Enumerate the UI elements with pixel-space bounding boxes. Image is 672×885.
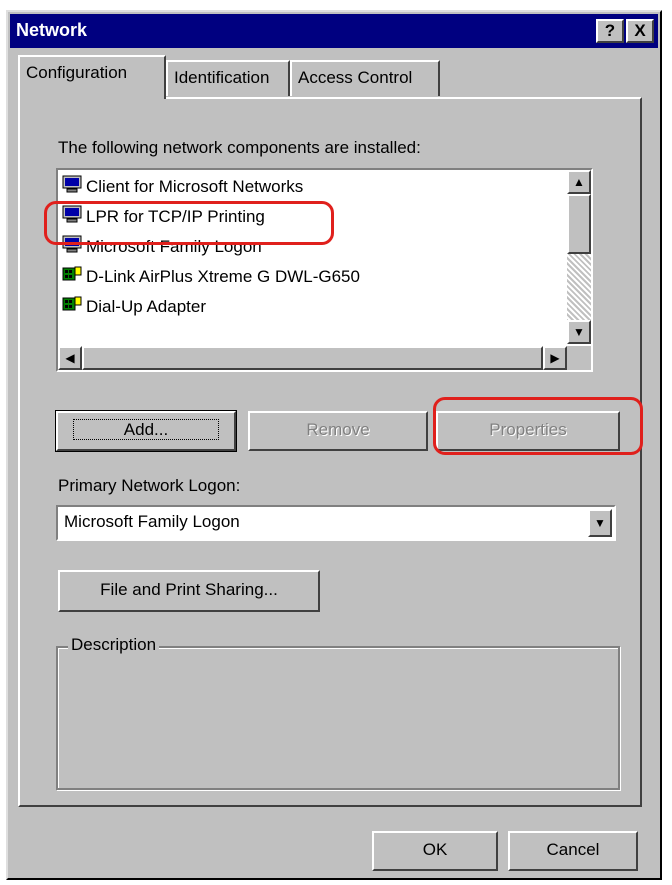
chevron-down-icon: ▼ <box>594 516 606 530</box>
ok-button-label: OK <box>422 840 448 859</box>
list-item-label: D-Link AirPlus Xtreme G DWL-G650 <box>86 267 360 286</box>
tab-identification-label: Identification <box>174 68 270 87</box>
tab-configuration[interactable]: Configuration <box>18 55 166 99</box>
tab-configuration-label: Configuration <box>26 63 128 82</box>
add-button-label: Add... <box>72 419 220 440</box>
network-client-icon <box>62 173 82 203</box>
arrow-left-icon: ◀ <box>65 351 75 365</box>
description-title: Description <box>68 635 160 655</box>
hscroll-thumb[interactable] <box>82 346 543 370</box>
scroll-corner <box>567 346 591 370</box>
primary-logon-label: Primary Network Logon: <box>58 476 241 495</box>
cancel-button[interactable]: Cancel <box>508 831 638 871</box>
remove-button-label: Remove <box>306 420 370 439</box>
highlight-properties-button <box>433 397 643 455</box>
file-print-sharing-button[interactable]: File and Print Sharing... <box>58 570 320 612</box>
tab-identification[interactable]: Identification <box>166 60 290 96</box>
arrow-right-icon: ▶ <box>550 351 560 365</box>
highlight-lpr-item <box>44 201 334 245</box>
title-bar[interactable]: Network ? X <box>10 14 658 48</box>
list-item[interactable]: Dial-Up Adapter <box>62 292 206 322</box>
scroll-up-button[interactable]: ▲ <box>567 170 591 194</box>
primary-logon-select[interactable]: Microsoft Family Logon ▼ <box>56 505 616 541</box>
components-label: The following network components are ins… <box>58 138 421 157</box>
close-button[interactable]: X <box>626 19 654 43</box>
scroll-thumb[interactable] <box>567 194 591 254</box>
dropdown-button[interactable]: ▼ <box>588 509 612 537</box>
cancel-button-label: Cancel <box>546 840 600 859</box>
list-item-label: Dial-Up Adapter <box>86 297 207 316</box>
list-item-label: Client for Microsoft Networks <box>86 177 304 196</box>
components-list[interactable]: Client for Microsoft Networks LPR for TC… <box>56 168 593 372</box>
description-group: Description <box>56 635 620 790</box>
close-icon: X <box>634 21 646 40</box>
arrow-down-icon: ▼ <box>573 325 585 339</box>
scroll-left-button[interactable]: ◀ <box>58 346 82 370</box>
ok-button[interactable]: OK <box>372 831 498 871</box>
scroll-down-button[interactable]: ▼ <box>567 320 591 344</box>
list-item[interactable]: Client for Microsoft Networks <box>62 172 303 202</box>
arrow-up-icon: ▲ <box>573 175 585 189</box>
list-item[interactable]: D-Link AirPlus Xtreme G DWL-G650 <box>62 262 360 292</box>
scroll-right-button[interactable]: ▶ <box>543 346 567 370</box>
horizontal-scrollbar[interactable]: ◀ ▶ <box>58 346 567 370</box>
tab-access-control[interactable]: Access Control <box>290 60 440 96</box>
file-print-sharing-label: File and Print Sharing... <box>100 580 278 599</box>
remove-button[interactable]: Remove <box>248 411 428 451</box>
vertical-scrollbar[interactable]: ▲ ▼ <box>567 170 591 344</box>
add-button[interactable]: Add... <box>55 410 237 452</box>
primary-logon-value: Microsoft Family Logon <box>64 512 240 531</box>
window-title: Network <box>16 20 88 40</box>
tab-access-control-label: Access Control <box>298 68 413 87</box>
help-button[interactable]: ? <box>596 19 624 43</box>
network-adapter-icon <box>62 263 82 293</box>
network-adapter-icon <box>62 293 82 323</box>
help-icon: ? <box>604 21 616 40</box>
